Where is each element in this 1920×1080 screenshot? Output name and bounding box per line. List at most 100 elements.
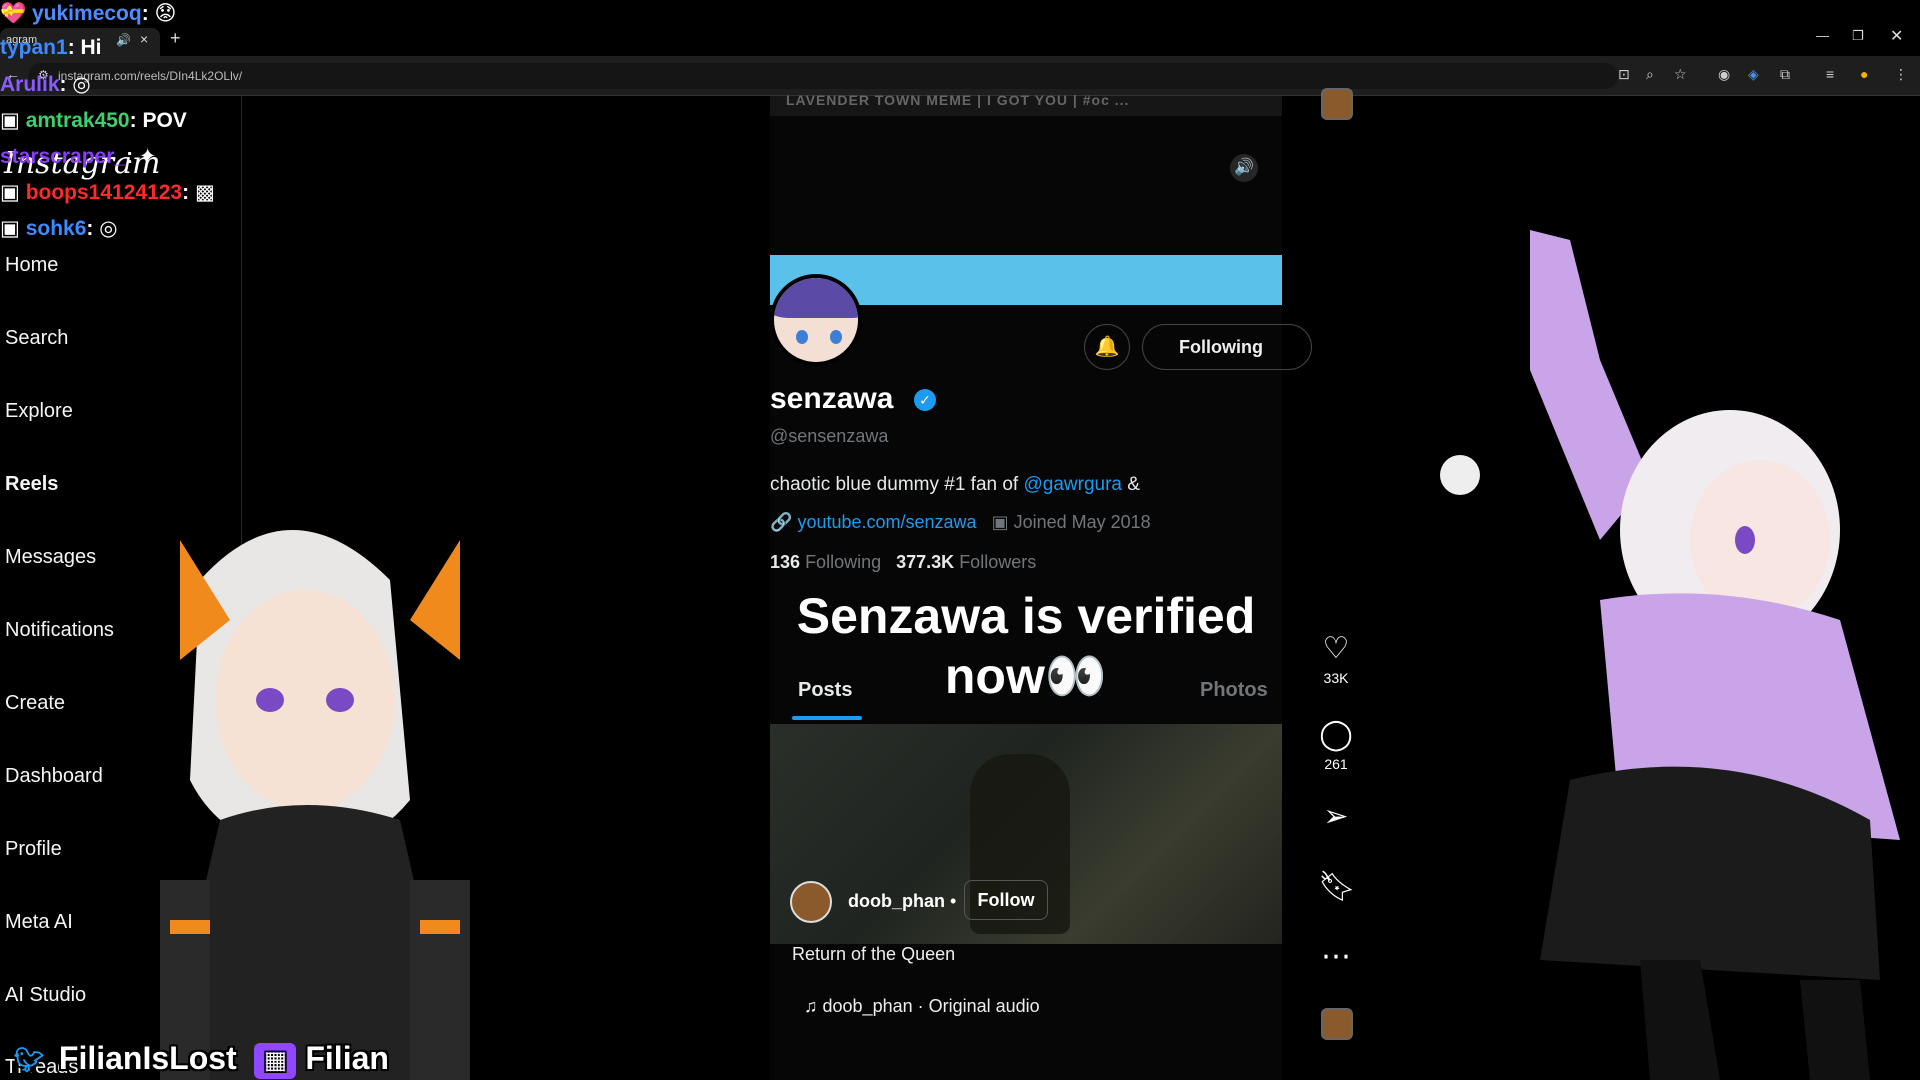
mini-avatar-sticker bbox=[1440, 455, 1480, 495]
stream-social-footer: 🐦︎ FilianIsLost ▦ Filian bbox=[8, 1040, 389, 1079]
address-bar-row: ← ⚙ instagram.com/reels/DIn4Lk2OLlv/ ⊡ ⌕… bbox=[0, 56, 1920, 96]
overlay-line-2: now👀 bbox=[944, 648, 1108, 704]
browser-titlebar: agram 🔊 × + — ❐ ✕ bbox=[0, 0, 1920, 56]
chat-message: 💝 yukimecoq: 😟 bbox=[0, 2, 177, 25]
profile-meta-row: 🔗 youtube.com/senzawa ▣ Joined May 2018 bbox=[770, 512, 1151, 533]
chat-text: POV bbox=[142, 109, 187, 132]
puzzle-icon[interactable]: ⧉ bbox=[1780, 66, 1790, 83]
chat-username: amtrak450 bbox=[25, 109, 130, 132]
twitch-handle: Filian bbox=[305, 1040, 389, 1076]
profile-name: senzawa bbox=[770, 382, 894, 415]
nav-dashboard[interactable]: Dashboard bbox=[5, 765, 103, 788]
reel-video[interactable]: LAVENDER TOWN MEME | I GOT YOU | #oc ...… bbox=[770, 92, 1312, 1080]
chat-username: typan1 bbox=[0, 36, 68, 59]
nav-create[interactable]: Create bbox=[5, 692, 65, 715]
save-button[interactable]: 🔖︎ bbox=[1318, 870, 1356, 904]
audio-label: doob_phan · Original audio bbox=[822, 996, 1040, 1016]
nav-notifications[interactable]: Notifications bbox=[5, 619, 114, 642]
nav-meta-ai[interactable]: Meta AI bbox=[5, 911, 73, 934]
reel-caption[interactable]: Return of the Queen bbox=[792, 944, 955, 965]
chat-badge-icon: 💝 bbox=[0, 2, 27, 25]
extension-icon[interactable]: ◈ bbox=[1748, 66, 1759, 83]
profile-website: youtube.com/senzawa bbox=[797, 512, 977, 532]
chat-message: typan1: Hi bbox=[0, 36, 102, 59]
extension-icon[interactable]: ◉ bbox=[1718, 66, 1730, 83]
following-count: 136 bbox=[770, 552, 801, 572]
bookmark-star-icon[interactable]: ☆ bbox=[1674, 66, 1687, 83]
install-app-icon[interactable]: ⊡ bbox=[1618, 66, 1630, 83]
chat-text: 😟 bbox=[154, 2, 177, 25]
creator-username[interactable]: doob_phan bbox=[848, 891, 945, 912]
twitter-handle: FilianIsLost bbox=[58, 1040, 237, 1076]
chat-badge-icon: ▣ bbox=[0, 109, 20, 132]
speaker-icon[interactable]: 🔊 bbox=[116, 33, 131, 47]
calendar-icon: ▣ bbox=[991, 512, 1009, 532]
zoom-icon[interactable]: ⌕ bbox=[1646, 66, 1654, 83]
chat-emote-icon: ◎ bbox=[72, 73, 91, 96]
send-icon: ➢ bbox=[1323, 800, 1349, 833]
volume-icon[interactable]: 🔊 bbox=[1230, 154, 1258, 182]
audio-thumbnail[interactable] bbox=[1321, 1008, 1353, 1040]
restore-icon[interactable]: ❐ bbox=[1852, 28, 1864, 44]
active-tab-indicator bbox=[792, 716, 862, 720]
like-count: 33K bbox=[1323, 670, 1349, 686]
comment-button[interactable]: ◯ 261 bbox=[1318, 718, 1354, 772]
bio-text: chaotic blue dummy #1 fan of bbox=[770, 474, 1024, 495]
media-control-icon[interactable]: ≡ bbox=[1826, 66, 1834, 82]
comment-icon: ◯ bbox=[1319, 718, 1353, 751]
more-options-button[interactable]: ⋯ bbox=[1318, 940, 1354, 974]
nav-messages[interactable]: Messages bbox=[5, 546, 96, 569]
like-button[interactable]: ♡ 33K bbox=[1318, 632, 1354, 686]
share-button[interactable]: ➢ bbox=[1318, 800, 1354, 834]
chat-message: ▣ sohk6: ◎ bbox=[0, 217, 118, 240]
comment-count: 261 bbox=[1324, 756, 1348, 772]
overlay-line-1: Senzawa is verified bbox=[796, 588, 1256, 644]
previous-reel-strip[interactable]: LAVENDER TOWN MEME | I GOT YOU | #oc ... bbox=[770, 92, 1282, 116]
nav-ai-studio[interactable]: AI Studio bbox=[5, 984, 86, 1007]
new-tab-button[interactable]: + bbox=[170, 28, 181, 49]
bio-text-end: & bbox=[1121, 474, 1140, 495]
nav-explore[interactable]: Explore bbox=[5, 400, 73, 423]
follow-button[interactable]: Follow bbox=[964, 880, 1048, 920]
previous-reel-caption: LAVENDER TOWN MEME | I GOT YOU | #oc ... bbox=[786, 92, 1130, 108]
chat-username: boops14124123 bbox=[25, 181, 183, 204]
chat-username: starscraper_ bbox=[0, 145, 127, 168]
following-label: Following bbox=[805, 552, 882, 572]
following-button: Following bbox=[1142, 324, 1312, 370]
followers-count: 377.3K bbox=[896, 552, 955, 572]
chat-badge-icon: ▣ bbox=[0, 181, 20, 204]
nav-reels[interactable]: Reels bbox=[5, 473, 58, 496]
music-note-icon: ♫ bbox=[804, 996, 818, 1016]
notification-bell-icon: 🔔 bbox=[1084, 324, 1130, 370]
vtuber-avatar-left bbox=[160, 530, 470, 1080]
creator-avatar[interactable] bbox=[790, 881, 832, 923]
twitter-icon: 🐦︎ bbox=[13, 1046, 45, 1074]
nav-home[interactable]: Home bbox=[5, 254, 58, 277]
nav-profile[interactable]: Profile bbox=[5, 838, 62, 861]
verified-badge-icon: ✓ bbox=[914, 389, 936, 411]
minimize-icon[interactable]: — bbox=[1816, 28, 1829, 43]
profile-handle: @sensenzawa bbox=[770, 426, 889, 446]
profile-avatar bbox=[770, 274, 862, 366]
reel-overlay-text: Senzawa is verified now👀 bbox=[770, 586, 1282, 706]
profile-icon[interactable]: ● bbox=[1860, 66, 1868, 82]
separator-dot: • bbox=[950, 891, 957, 911]
reel-audio[interactable]: ♫ doob_phan · Original audio bbox=[804, 996, 1040, 1017]
chat-emote-icon: ▩ bbox=[194, 181, 215, 204]
omnibox[interactable]: ⚙ instagram.com/reels/DIn4Lk2OLlv/ bbox=[28, 63, 1618, 89]
close-window-icon[interactable]: ✕ bbox=[1890, 26, 1903, 46]
chat-message: ▣ amtrak450: POV bbox=[0, 109, 187, 132]
menu-icon[interactable]: ⋮ bbox=[1894, 66, 1908, 83]
chat-username: yukimecoq bbox=[32, 2, 142, 25]
chat-text: Hi bbox=[80, 36, 102, 59]
chat-badge-icon: ▣ bbox=[0, 217, 20, 240]
followers-label: Followers bbox=[959, 552, 1037, 572]
nav-search[interactable]: Search bbox=[5, 327, 68, 350]
chat-message: Arulik: ◎ bbox=[0, 73, 91, 96]
profile-bio: chaotic blue dummy #1 fan of @gawrgura & bbox=[770, 474, 1140, 496]
chat-message: starscraper_: ✦ bbox=[0, 145, 157, 168]
previous-audio-thumbnail[interactable] bbox=[1321, 88, 1353, 120]
close-tab-icon[interactable]: × bbox=[140, 31, 148, 47]
chat-emote-icon: ◎ bbox=[99, 217, 118, 240]
heart-icon: ♡ bbox=[1322, 632, 1350, 665]
